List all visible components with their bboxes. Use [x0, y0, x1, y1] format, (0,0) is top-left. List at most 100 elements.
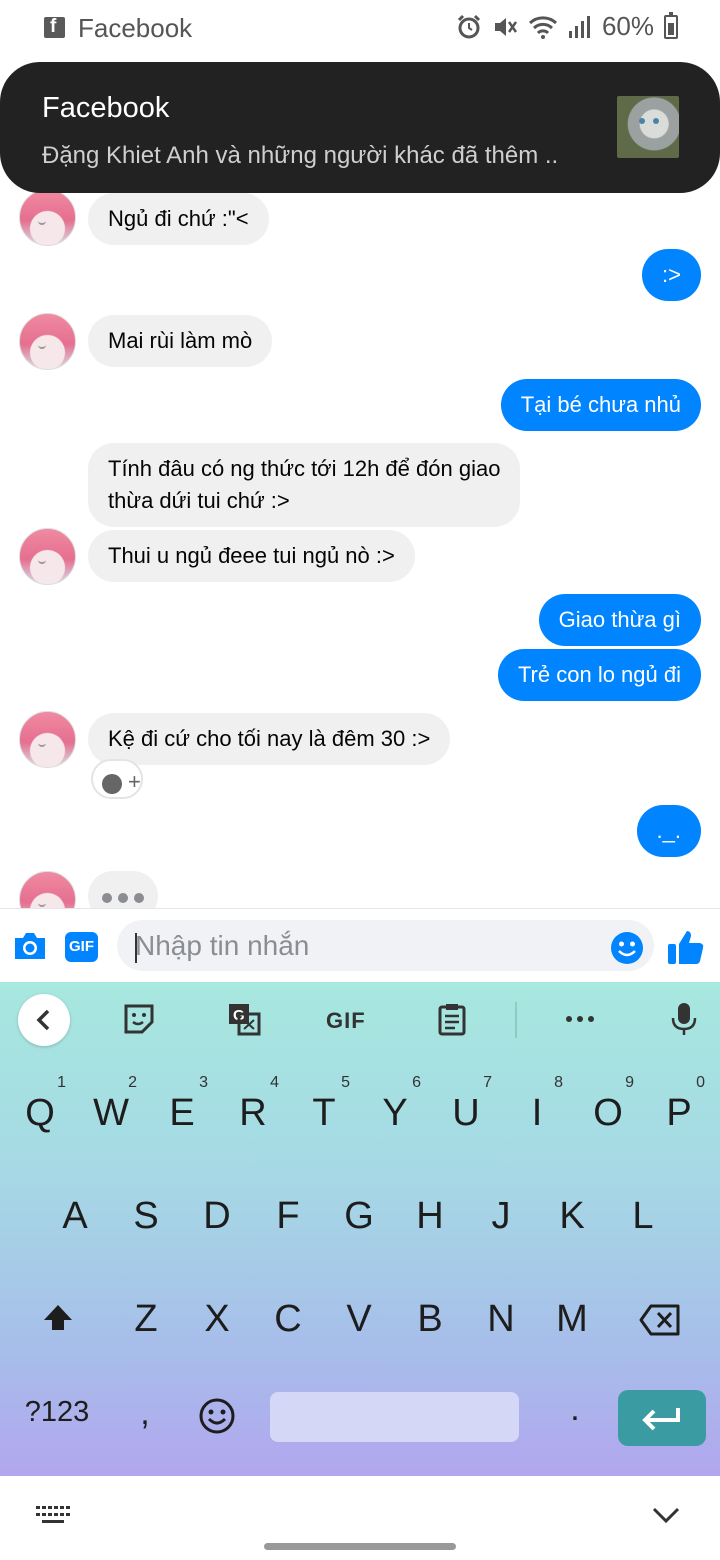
navigation-bar	[0, 1476, 720, 1560]
contact-avatar[interactable]	[19, 711, 76, 768]
facebook-icon	[44, 16, 65, 38]
key-g[interactable]: G	[329, 1176, 389, 1256]
message-incoming[interactable]: Mai rùi làm mò	[88, 315, 273, 367]
key-d[interactable]: D	[187, 1176, 247, 1256]
translate-icon[interactable]: G	[227, 1002, 261, 1036]
key-x[interactable]: X	[187, 1279, 247, 1359]
key-s[interactable]: S	[116, 1176, 176, 1256]
message-outgoing[interactable]: Trẻ con lo ngủ đi	[497, 649, 701, 701]
clipboard-icon[interactable]	[435, 1002, 469, 1036]
key-t[interactable]: 5T	[294, 1073, 354, 1153]
status-bar: Facebook 60%	[0, 0, 720, 56]
shift-key[interactable]	[36, 1297, 80, 1341]
key-n[interactable]: N	[471, 1279, 531, 1359]
key-o[interactable]: 9O	[578, 1073, 638, 1153]
message-incoming[interactable]: Kệ đi cứ cho tối nay là đêm 30 :>	[88, 713, 451, 765]
add-reaction-button[interactable]	[91, 759, 143, 799]
key-l[interactable]: L	[613, 1176, 673, 1256]
enter-key[interactable]	[618, 1390, 706, 1446]
like-thumbs-up-icon[interactable]	[666, 927, 706, 967]
message-outgoing[interactable]: Tại bé chưa nhủ	[500, 379, 701, 431]
key-i[interactable]: 8I	[507, 1073, 567, 1153]
gif-button[interactable]: GIF	[65, 932, 98, 962]
keyboard-toolbar: G GIF	[0, 982, 720, 1058]
key-w[interactable]: 2W	[81, 1073, 141, 1153]
notification-text: Đặng Khiet Anh và những người khác đã th…	[42, 142, 559, 169]
key-number-hint: 8	[554, 1074, 563, 1091]
signal-icon	[568, 15, 590, 38]
key-j[interactable]: J	[471, 1176, 531, 1256]
mute-icon	[494, 17, 517, 36]
typing-indicator	[88, 871, 158, 908]
microphone-icon[interactable]	[667, 1002, 701, 1036]
key-h[interactable]: H	[400, 1176, 460, 1256]
key-k[interactable]: K	[542, 1176, 602, 1256]
message-incoming[interactable]: Ngủ đi chứ :"<	[88, 193, 269, 245]
key-number-hint: 6	[412, 1074, 421, 1091]
contact-avatar[interactable]	[19, 871, 76, 908]
key-number-hint: 3	[199, 1074, 208, 1091]
notification-thumbnail	[617, 96, 679, 158]
battery-percent: 60%	[601, 11, 654, 41]
key-number-hint: 1	[57, 1074, 66, 1091]
message-incoming[interactable]: Thui u ngủ đeee tui ngủ nò :>	[88, 530, 415, 582]
message-composer: GIF	[0, 908, 720, 982]
key-number-hint: 7	[483, 1074, 492, 1091]
text-caret	[135, 933, 137, 963]
wifi-icon	[528, 15, 557, 39]
backspace-icon	[639, 1304, 680, 1336]
key-z[interactable]: Z	[116, 1279, 176, 1359]
toolbar-back-button[interactable]	[18, 994, 70, 1046]
more-options-icon[interactable]	[563, 1002, 597, 1036]
key-number-hint: 9	[625, 1074, 634, 1091]
home-gesture-pill[interactable]	[264, 1543, 456, 1550]
chat-thread[interactable]: Ngủ đi chứ :"< :> Mai rùi làm mò Tại bé …	[0, 193, 720, 908]
keyboard-switch-icon[interactable]	[36, 1506, 70, 1528]
toolbar-divider	[515, 1002, 517, 1038]
comma-key[interactable]: ,	[130, 1394, 160, 1433]
status-icons: 60%	[456, 11, 678, 42]
chevron-down-icon[interactable]	[652, 1506, 680, 1526]
key-c[interactable]: C	[258, 1279, 318, 1359]
camera-icon[interactable]	[12, 931, 48, 961]
key-number-hint: 5	[341, 1074, 350, 1091]
period-key[interactable]: .	[560, 1390, 590, 1429]
emoji-key[interactable]	[197, 1396, 237, 1436]
heads-up-notification[interactable]: Facebook Đặng Khiet Anh và những người k…	[0, 62, 720, 193]
contact-avatar[interactable]	[19, 193, 76, 246]
sticker-icon[interactable]	[122, 1002, 156, 1036]
key-a[interactable]: A	[45, 1176, 105, 1256]
message-line: thừa dứi tui chứ :>	[108, 488, 290, 513]
key-number-hint: 0	[696, 1074, 705, 1091]
gif-button[interactable]: GIF	[326, 1008, 366, 1034]
message-outgoing[interactable]: ._.	[636, 805, 701, 857]
key-f[interactable]: F	[258, 1176, 318, 1256]
key-e[interactable]: 3E	[152, 1073, 212, 1153]
key-u[interactable]: 7U	[436, 1073, 496, 1153]
key-q[interactable]: 1Q	[10, 1073, 70, 1153]
emoji-icon[interactable]	[610, 931, 644, 965]
key-v[interactable]: V	[329, 1279, 389, 1359]
emoji-icon	[199, 1398, 235, 1434]
symbols-key[interactable]: ?123	[14, 1396, 100, 1429]
backspace-key[interactable]	[638, 1300, 682, 1340]
chevron-left-icon	[36, 1009, 50, 1031]
status-app-name: Facebook	[78, 13, 193, 43]
key-p[interactable]: 0P	[649, 1073, 709, 1153]
message-outgoing[interactable]: Giao thừa gì	[538, 594, 701, 646]
notification-title: Facebook	[42, 92, 170, 124]
contact-avatar[interactable]	[19, 313, 76, 370]
message-outgoing[interactable]: :>	[642, 249, 701, 301]
key-r[interactable]: 4R	[223, 1073, 283, 1153]
contact-avatar[interactable]	[19, 528, 76, 585]
message-line: Tính đâu có ng thức tới 12h để đón giao	[108, 456, 501, 481]
key-number-hint: 4	[270, 1074, 279, 1091]
enter-arrow-icon	[642, 1408, 680, 1431]
space-bar[interactable]	[270, 1392, 519, 1442]
key-b[interactable]: B	[400, 1279, 460, 1359]
alarm-icon	[457, 14, 481, 38]
key-m[interactable]: M	[542, 1279, 602, 1359]
message-input[interactable]	[117, 920, 654, 971]
key-y[interactable]: 6Y	[365, 1073, 425, 1153]
message-incoming-multiline[interactable]: Tính đâu có ng thức tới 12h để đón giao …	[88, 443, 521, 527]
